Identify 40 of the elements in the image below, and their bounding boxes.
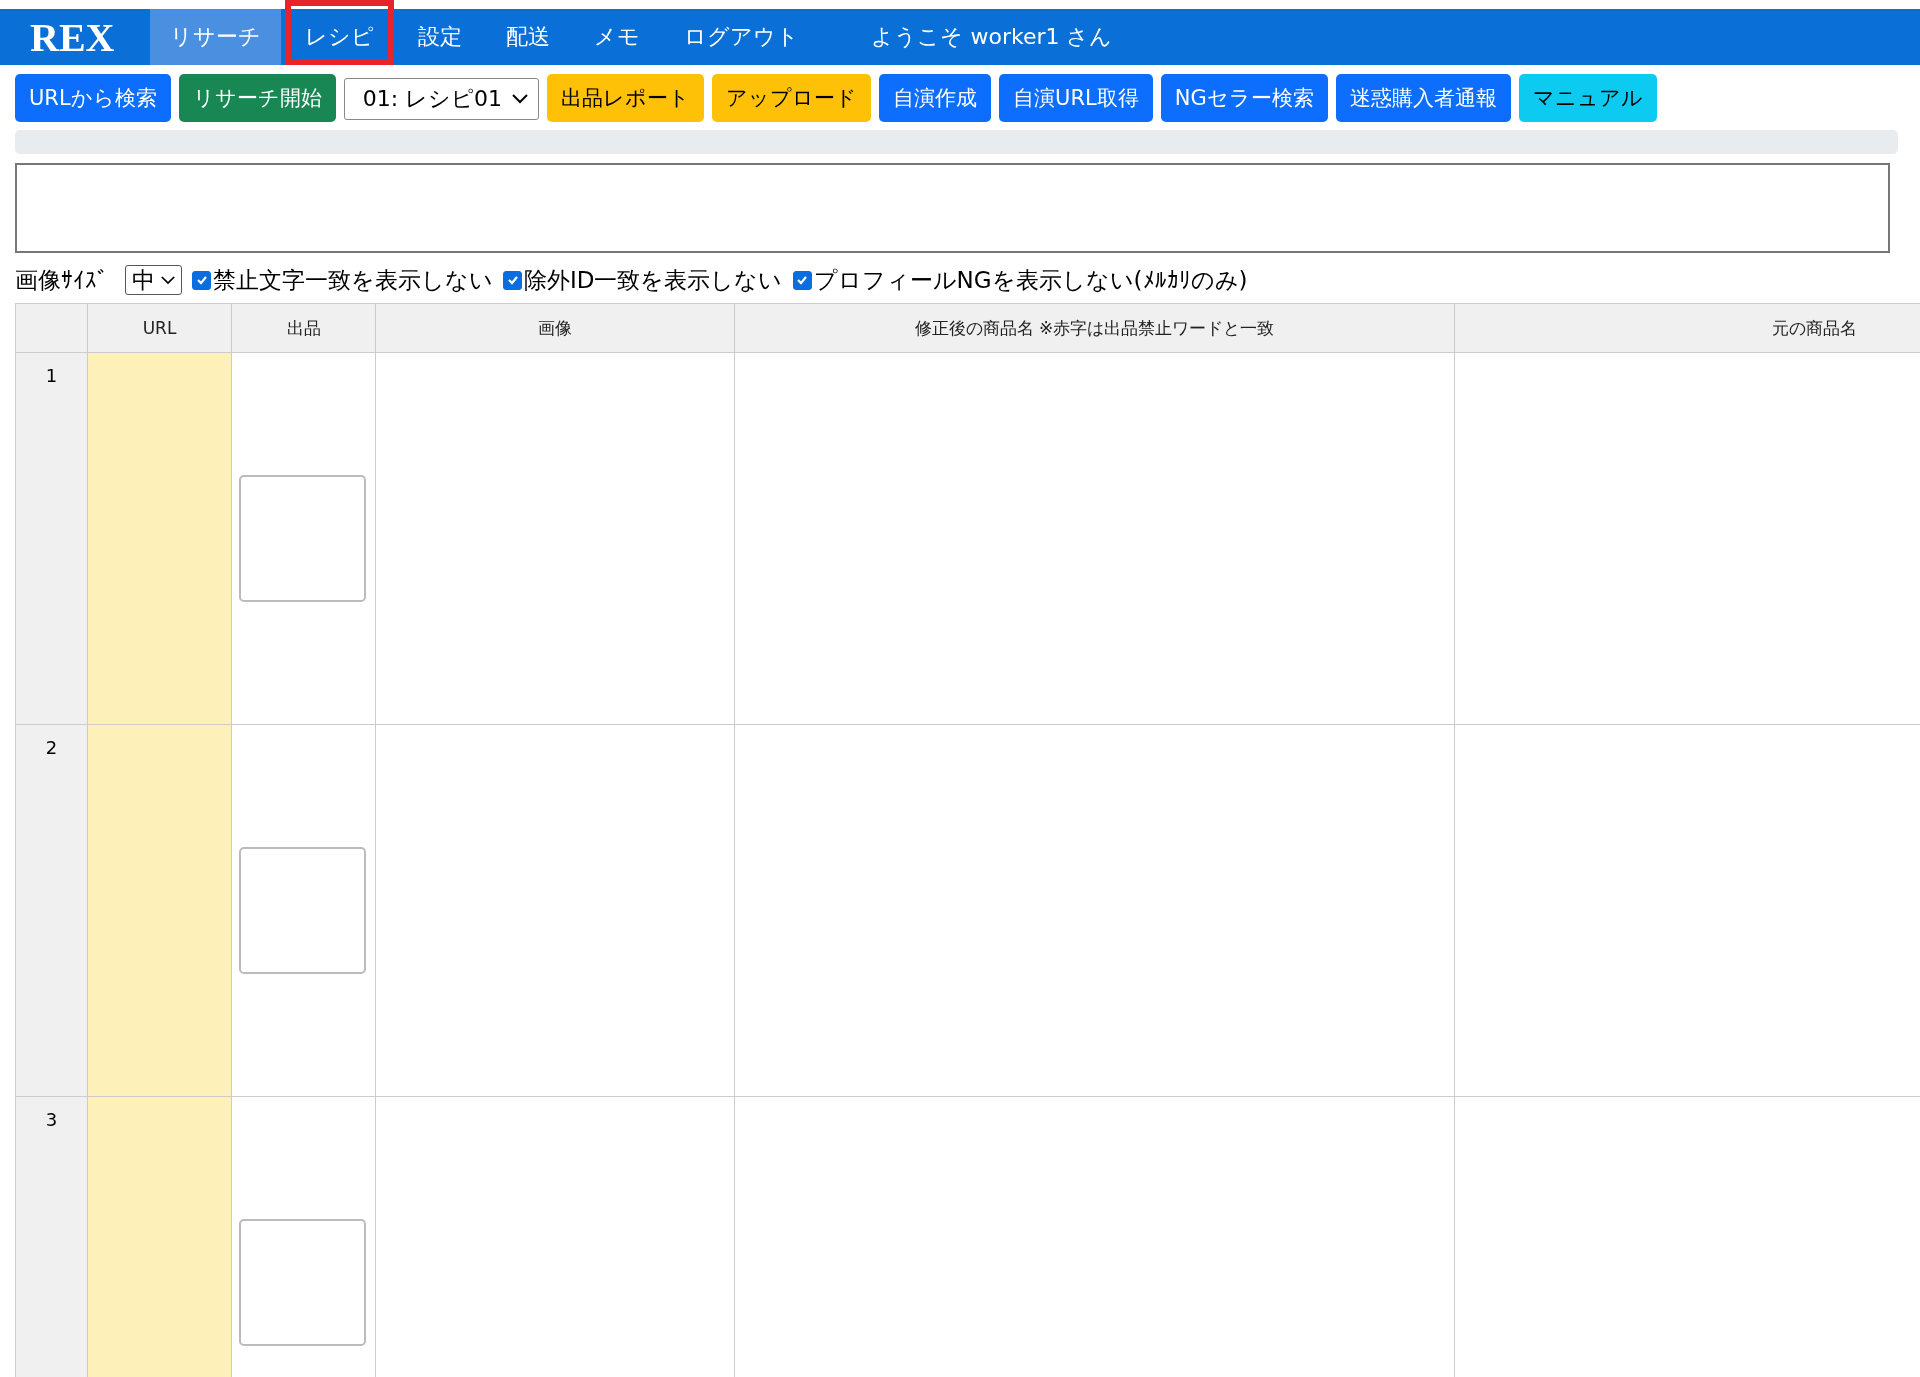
checkbox[interactable] bbox=[503, 270, 522, 290]
toolbar-button[interactable]: 自演作成 bbox=[879, 74, 992, 122]
toolbar-button[interactable]: 迷惑購入者通報 bbox=[1335, 74, 1511, 122]
nav-link[interactable]: メモ bbox=[574, 9, 661, 65]
row-number: 3 bbox=[15, 1096, 88, 1377]
log-textarea[interactable] bbox=[15, 163, 1890, 253]
column-header: 修正後の商品名 ※赤字は出品禁止ワードと一致 bbox=[734, 303, 1455, 353]
checkbox-label: 除外ID一致を表示しない bbox=[524, 265, 783, 295]
recipe-select[interactable]: 01: レシピ01 bbox=[343, 78, 540, 120]
nav-link[interactable]: ログアウト bbox=[664, 9, 820, 65]
column-header: 元の商品名 bbox=[1454, 303, 1920, 353]
row-number: 1 bbox=[15, 352, 88, 725]
nav-link[interactable]: 設定 bbox=[398, 9, 483, 65]
checkbox[interactable] bbox=[192, 270, 211, 290]
nav-link[interactable]: リサーチ bbox=[150, 9, 282, 65]
toolbar-button[interactable]: リサーチ開始 bbox=[178, 74, 336, 122]
listing-input[interactable] bbox=[239, 475, 366, 602]
checkbox-label: 禁止文字一致を表示しない bbox=[213, 265, 493, 295]
image-size-select[interactable]: 中 bbox=[125, 265, 182, 295]
column-header: URL bbox=[87, 303, 232, 353]
nav-link[interactable]: 配送 bbox=[486, 9, 571, 65]
toolbar-button[interactable]: URLから検索 bbox=[15, 74, 171, 122]
checkbox-label: プロフィールNGを表示しない(ﾒﾙｶﾘのみ) bbox=[813, 265, 1248, 295]
toolbar-button[interactable]: 自演URL取得 bbox=[999, 74, 1153, 122]
toolbar-button[interactable]: アップロード bbox=[712, 74, 872, 122]
toolbar-button[interactable]: NGセラー検索 bbox=[1160, 74, 1328, 122]
column-header: 出品 bbox=[231, 303, 376, 353]
chevron-down-icon bbox=[161, 275, 175, 285]
chevron-down-icon bbox=[512, 94, 529, 104]
toolbar-button[interactable]: 出品レポート bbox=[547, 74, 705, 122]
image-size-label: 画像ｻｲｽﾞ bbox=[15, 265, 109, 295]
listing-input[interactable] bbox=[239, 1219, 366, 1346]
welcome-text: ようこそ worker1 さん bbox=[871, 23, 1113, 51]
row-number: 2 bbox=[15, 724, 88, 1097]
column-header: 画像 bbox=[375, 303, 735, 353]
toolbar-button[interactable]: マニュアル bbox=[1518, 74, 1657, 122]
checkbox[interactable] bbox=[792, 270, 812, 290]
listing-input[interactable] bbox=[239, 847, 366, 974]
nav-link[interactable]: レシピ bbox=[285, 0, 395, 65]
brand-logo[interactable]: REX bbox=[0, 9, 151, 65]
